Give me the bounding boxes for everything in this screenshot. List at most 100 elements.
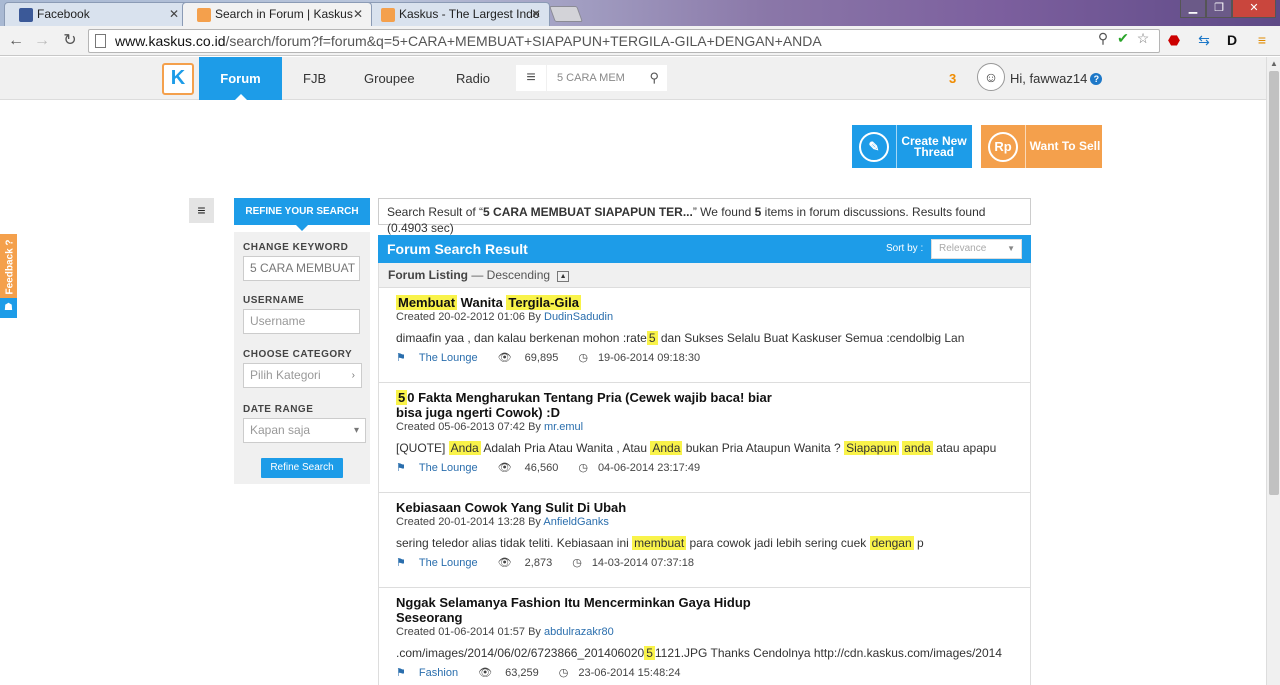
summary-mid: ” We found xyxy=(692,205,755,219)
result-stats: ⚑ The Lounge 👁 46,560 ◷ 04-06-2014 23:17:49 xyxy=(396,461,1014,475)
result-meta: Created 20-01-2014 13:28 By AnfieldGanks xyxy=(396,516,1014,529)
author-link[interactable]: mr.emul xyxy=(544,421,583,433)
page-scrollbar[interactable]: ▲ xyxy=(1266,57,1280,685)
keyword-input[interactable]: 5 CARA MEMBUAT S xyxy=(243,256,360,281)
eye-icon: 👁 xyxy=(478,667,496,679)
tab-label: Search in Forum | Kaskus xyxy=(215,7,353,21)
category-link[interactable]: ⚑ The Lounge xyxy=(396,557,488,569)
tab-kaskus-home[interactable]: Kaskus - The Largest Indo ✕ xyxy=(366,2,550,26)
star-icon[interactable]: ☆ xyxy=(1135,30,1151,46)
eye-icon: 👁 xyxy=(497,557,515,569)
category-link[interactable]: ⚑ The Lounge xyxy=(396,462,488,474)
views-value: 46,560 xyxy=(524,462,559,474)
notification-count[interactable]: 3 xyxy=(949,71,956,86)
result-meta: Created 05-06-2013 07:42 By mr.emul xyxy=(396,421,1014,434)
result-snippet: dimaafin yaa , dan kalau berkenan mohon … xyxy=(396,331,1014,346)
search-icon[interactable]: ⚲ xyxy=(649,65,659,91)
last-post: ◷ 04-06-2014 23:17:49 xyxy=(578,462,710,474)
category-select[interactable]: Pilih Kategori › xyxy=(243,363,362,388)
result-meta: Created 01-06-2014 01:57 By abdulrazakr8… xyxy=(396,626,1014,639)
browser-tab-bar: Facebook ✕ Search in Forum | Kaskus ✕ Ka… xyxy=(0,0,1280,26)
listing-order: — Descending xyxy=(468,268,551,282)
menu-icon[interactable]: ≡ xyxy=(1252,30,1272,50)
restore-button[interactable]: ❐ xyxy=(1206,0,1232,18)
close-tab-icon[interactable]: ✕ xyxy=(353,7,363,21)
result-title[interactable]: Kebiasaan Cowok Yang Sulit Di Ubah xyxy=(396,500,776,515)
avatar[interactable]: ☺ xyxy=(977,63,1005,91)
snippet-text: bukan Pria Ataupun Wanita ? xyxy=(682,441,845,455)
author-link[interactable]: DudinSadudin xyxy=(544,311,613,323)
minimize-button[interactable]: ▁ xyxy=(1180,0,1206,18)
date-range-select[interactable]: Kapan saja ▾ xyxy=(243,418,366,443)
category-label: The Lounge xyxy=(418,462,478,474)
result-title[interactable]: Membuat Wanita Tergila-Gila xyxy=(396,295,776,310)
help-icon[interactable]: ? xyxy=(1090,73,1103,85)
category-link[interactable]: ⚑ Fashion xyxy=(396,667,468,679)
adblock-icon[interactable]: ⬣ xyxy=(1164,30,1184,50)
nav-radio[interactable]: Radio xyxy=(456,57,490,100)
snippet-text: atau apapu xyxy=(932,441,997,455)
header-search-input[interactable]: 5 CARA MEM ⚲ xyxy=(547,65,667,91)
new-tab-button[interactable] xyxy=(549,6,583,22)
tab-search-forum[interactable]: Search in Forum | Kaskus ✕ xyxy=(182,2,372,26)
feedback-user-icon[interactable]: ☗ xyxy=(0,298,17,318)
created-date: Created 01-06-2014 01:57 By xyxy=(396,626,544,638)
forward-icon[interactable]: → xyxy=(32,31,52,51)
sync-icon[interactable]: ⇆ xyxy=(1194,30,1214,50)
snippet-text: dan Sukses Selalu Buat Kaskuser Semua :c… xyxy=(657,331,965,345)
want-to-sell-button[interactable]: Rp Want To Sell xyxy=(981,125,1102,168)
snippet-text: dimaafin yaa , dan kalau berkenan mohon … xyxy=(396,331,647,345)
hamburger-menu-icon[interactable]: ≡ xyxy=(516,65,546,91)
clock-icon: ◷ xyxy=(578,352,588,364)
sort-select[interactable]: Relevance ▼ xyxy=(931,239,1022,259)
create-thread-button[interactable]: ✎ Create New Thread xyxy=(852,125,972,168)
reload-icon[interactable]: ↻ xyxy=(60,31,80,51)
clock-icon: ◷ xyxy=(572,557,582,569)
result-snippet: .com/images/2014/06/02/6723866_201406020… xyxy=(396,646,1014,661)
last-post-value: 04-06-2014 23:17:49 xyxy=(597,462,701,474)
kaskus-logo[interactable]: K xyxy=(162,63,194,95)
rupiah-label: Rp xyxy=(988,131,1018,162)
result-meta: Created 20-02-2012 01:06 By DudinSadudin xyxy=(396,311,1014,324)
collapse-toggle-icon[interactable]: ▲ xyxy=(557,271,570,282)
tab-facebook[interactable]: Facebook ✕ xyxy=(4,2,188,26)
sort-value: Relevance xyxy=(939,243,987,254)
back-icon[interactable]: ← xyxy=(6,31,26,51)
results-header: Forum Search Result Sort by : Relevance … xyxy=(378,235,1031,263)
nav-groupee[interactable]: Groupee xyxy=(364,57,415,100)
nav-forum[interactable]: Forum xyxy=(199,57,282,100)
extension-d-icon[interactable]: D xyxy=(1222,30,1242,50)
user-menu[interactable]: Hi, fawwaz14? xyxy=(1010,71,1103,86)
author-link[interactable]: AnfieldGanks xyxy=(543,516,608,528)
result-item: Nggak Selamanya Fashion Itu Mencerminkan… xyxy=(379,588,1030,685)
result-title[interactable]: Nggak Selamanya Fashion Itu Mencerminkan… xyxy=(396,595,776,625)
tag-icon: ⚑ xyxy=(396,462,409,474)
chevron-down-icon: ▼ xyxy=(1007,244,1015,253)
page-icon xyxy=(95,34,106,48)
check-icon[interactable]: ✔ xyxy=(1115,30,1131,46)
scrollbar-thumb[interactable] xyxy=(1269,71,1279,495)
snippet-text: Adalah Pria Atau Wanita , Atau xyxy=(480,441,651,455)
close-window-button[interactable]: ✕ xyxy=(1232,0,1276,18)
address-bar[interactable]: www.kaskus.co.id/search/forum?f=forum&q=… xyxy=(88,29,1160,53)
close-tab-icon[interactable]: ✕ xyxy=(531,7,541,21)
refine-search-button[interactable]: Refine Search xyxy=(261,458,343,478)
nav-fjb[interactable]: FJB xyxy=(303,57,326,100)
last-post: ◷ 14-03-2014 07:37:18 xyxy=(572,557,704,569)
title-text: Wanita xyxy=(457,295,507,310)
scroll-up-icon[interactable]: ▲ xyxy=(1267,57,1280,71)
forum-listing-bar: Forum Listing — Descending ▲ xyxy=(378,263,1031,288)
category-link[interactable]: ⚑ The Lounge xyxy=(396,352,488,364)
author-link[interactable]: abdulrazakr80 xyxy=(544,626,614,638)
result-item: Kebiasaan Cowok Yang Sulit Di Ubah Create… xyxy=(379,493,1030,588)
username-input[interactable]: Username xyxy=(243,309,360,334)
sidebar-toggle-icon[interactable]: ≡ xyxy=(189,198,214,223)
zoom-icon[interactable]: ⚲ xyxy=(1095,30,1111,46)
summary-query: 5 CARA MEMBUAT SIAPAPUN TER... xyxy=(483,205,693,219)
close-tab-icon[interactable]: ✕ xyxy=(169,7,179,21)
user-greeting: Hi, fawwaz14 xyxy=(1010,71,1088,86)
feedback-tab[interactable]: Feedback ? xyxy=(0,234,17,298)
result-title[interactable]: 50 Fakta Mengharukan Tentang Pria (Cewek… xyxy=(396,390,776,420)
last-post: ◷ 23-06-2014 15:48:24 xyxy=(559,667,691,679)
title-text: Kebiasaan Cowok Yang Sulit Di Ubah xyxy=(396,500,627,515)
